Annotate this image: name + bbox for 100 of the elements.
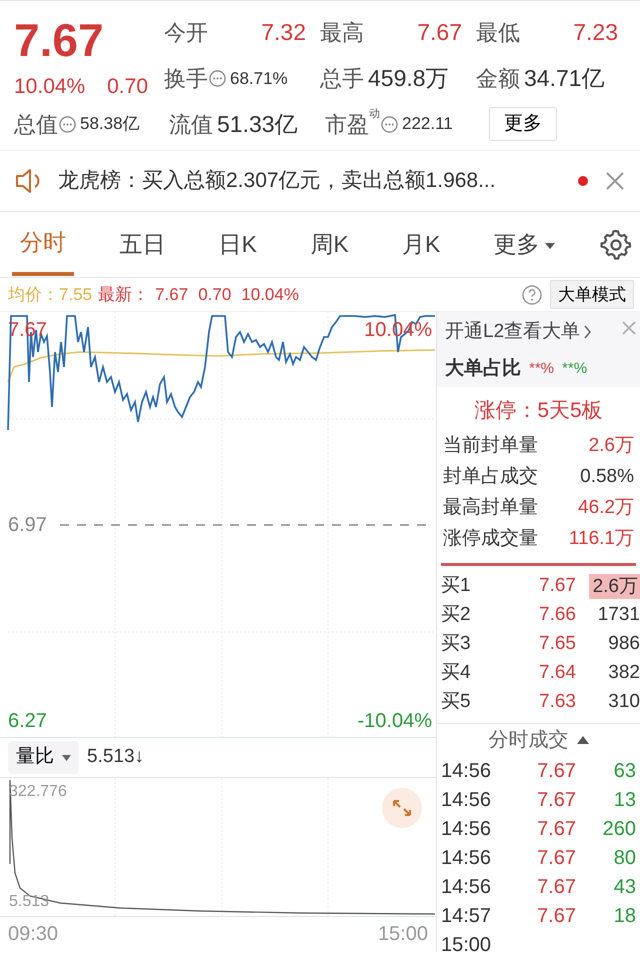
bid-price: 7.67 [539,574,576,598]
trades-title[interactable]: 分时成交 [488,725,568,755]
stat-value: 46.2万 [578,496,634,520]
stat-label: 市盈 [325,110,369,138]
stat-value: 7.67 [417,18,462,48]
info-icon[interactable] [209,70,226,87]
l2-link[interactable]: 开通L2查看大单 [445,318,632,346]
speaker-icon [14,166,42,196]
bid-volume: 1731 [598,602,640,627]
stat-value: 68.71% [230,68,288,90]
stat-label: 涨停成交量 [443,526,538,551]
bid-price: 7.65 [539,632,576,656]
chevron-icon [584,325,592,340]
chart-tab[interactable]: 五日 [111,214,174,276]
bid-label: 买4 [441,660,471,685]
avg-price-value: 7.55 [59,284,92,306]
stat-value: 7.23 [573,18,618,48]
bid-label: 买5 [441,690,471,714]
help-icon[interactable] [522,284,542,304]
trade-time: 15:00 [441,933,492,957]
bid-volume: 986 [608,632,640,656]
axis-min-label: 5.513 [9,894,50,910]
axis-prev-close-label: 6.97 [8,515,47,535]
avg-price-label: 均价： [8,284,59,306]
trade-time: 14:56 [441,788,492,813]
stat-label: 换手 [164,64,208,93]
info-icon[interactable] [59,116,76,132]
bid-volume: 382 [608,660,640,685]
latest-price: 7.67 [155,284,188,306]
axis-low-percent: -10.04% [358,711,432,731]
trade-time: 14:57 [441,904,492,929]
more-button[interactable]: 更多 [489,106,557,142]
stat-value: 51.33亿 [217,110,298,139]
stat-label: 当前封单量 [443,434,538,458]
close-icon[interactable] [604,170,626,192]
trade-price: 7.67 [537,817,576,842]
latest-change: 0.70 [198,284,232,306]
expand-icon [392,799,412,817]
superscript-mark: 动 [369,108,380,120]
trade-price: 7.67 [537,904,576,929]
stat-value: 58.38亿 [80,113,140,136]
more-dropdown[interactable]: 更多 [486,214,563,276]
change-amount: 0.70 [107,74,148,100]
big-sell-ratio: **% [562,358,588,378]
stat-value: 34.71亿 [524,64,605,93]
latest-percent: 10.04% [241,284,299,306]
trade-price: 7.67 [537,788,576,813]
caret-icon [544,243,555,250]
trade-price: 7.67 [537,846,576,871]
sort-up-icon[interactable] [576,736,588,744]
stat-value: 222.11 [402,113,453,136]
bid-label: 买3 [441,632,471,656]
chart-tab[interactable]: 月K [394,214,448,276]
bid-label: 买1 [441,574,471,598]
stat-label: 封单占成交 [443,464,538,489]
big-order-label: 大单占比 [445,356,521,380]
info-icon[interactable] [381,116,398,132]
indicator-dropdown[interactable]: 量比 [8,741,79,774]
chart-tab[interactable]: 周K [302,214,357,276]
trade-price: 7.67 [537,875,576,900]
trade-time: 14:56 [441,846,492,871]
stat-label: 金额 [476,64,520,93]
big-buy-ratio: **% [529,358,554,378]
stat-label: 流值 [169,110,213,138]
stat-label: 最高封单量 [443,496,538,520]
trade-time: 14:56 [441,817,492,842]
stat-value: 459.8万 [368,64,449,93]
change-percent: 10.04% [14,74,86,100]
time-label: 09:30 [8,922,58,947]
trade-volume: 43 [612,875,636,900]
expand-button[interactable] [382,788,422,828]
bid-price: 7.64 [539,660,576,685]
trade-volume: 13 [612,788,636,813]
time-label: 15:00 [378,922,428,947]
limit-up-title: 涨停：5天5板 [473,398,604,424]
chart-tab[interactable]: 日K [210,214,265,276]
latest-label: 最新： [98,284,150,306]
bid-price: 7.63 [539,690,576,714]
mode-button[interactable]: 大单模式 [550,280,634,310]
stat-value: 0.58% [580,464,634,489]
trade-time: 14:56 [441,875,492,900]
stat-value: 2.6万 [588,434,634,458]
stat-label: 最低 [476,19,520,47]
trade-volume: 260 [602,817,636,842]
bid-price: 7.66 [539,602,576,627]
notice-text[interactable]: 龙虎榜：买入总额2.307亿元，卖出总额1.968... [58,165,562,197]
caret-icon [62,754,71,760]
chart-tab[interactable]: 分时 [12,214,74,276]
settings-icon[interactable] [600,228,632,262]
trade-time: 14:56 [441,759,492,784]
bid-volume: 2.6万 [588,574,640,598]
stock-price: 7.67 [14,17,105,63]
bid-volume: 310 [608,690,640,714]
indicator-reading: 5.513↓ [87,745,144,770]
stat-value: 116.1万 [568,526,634,551]
trade-volume: 63 [612,759,636,784]
trade-volume: 18 [612,904,636,929]
trade-price: 7.67 [537,759,576,784]
stat-label: 总值 [14,110,58,138]
bid-label: 买2 [441,602,471,627]
